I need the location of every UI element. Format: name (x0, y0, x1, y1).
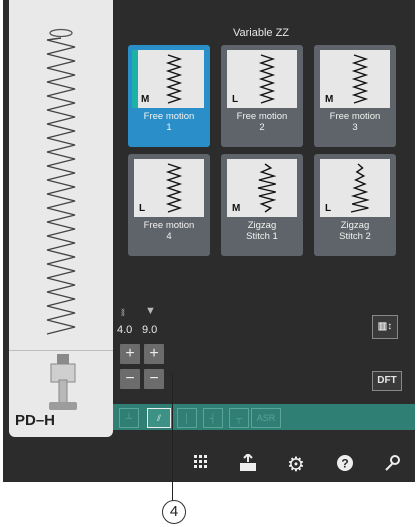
stitch-size-label: M (141, 94, 150, 105)
stitch-name: Zigzag Stitch 2 (339, 220, 371, 242)
lock-stitch-icon[interactable]: │ (177, 408, 197, 428)
stitch-tile-free-motion-3[interactable]: M Free motion 3 (314, 45, 396, 147)
keypad-icon[interactable] (193, 454, 209, 477)
stitch-tile-zigzag-1[interactable]: M Zigzag Stitch 1 (221, 154, 303, 256)
svg-text:?: ? (341, 457, 348, 471)
stitch-name: Free motion 2 (236, 111, 288, 133)
stitch-name: Free motion 1 (143, 111, 195, 133)
stitch-tile-zigzag-2[interactable]: L Zigzag Stitch 2 (314, 154, 396, 256)
width-plus-button[interactable]: + (120, 344, 140, 364)
zigzag-preview-icon (46, 28, 76, 335)
help-icon[interactable]: ? (336, 454, 354, 477)
sewing-machine-screen: PD–H Variable ZZ M Free motion 1 L Free m… (3, 0, 415, 482)
stitch-size-label: L (325, 203, 332, 214)
stitch-density-button[interactable]: ▥↕ (372, 315, 398, 339)
stitch-size-label: M (325, 94, 334, 105)
length-plus-button[interactable]: + (144, 344, 164, 364)
stitch-length-value: 9.0 (142, 324, 158, 336)
wrench-icon[interactable] (383, 454, 401, 477)
presser-foot-lift-icon[interactable]: ┬ (229, 408, 249, 428)
page-title: Variable ZZ (232, 27, 290, 39)
length-minus-button[interactable]: − (144, 369, 164, 389)
stitch-width-icon: ⧚ (121, 307, 125, 319)
stitch-size-label: L (232, 94, 239, 105)
stitch-tile-free-motion-2[interactable]: L Free motion 2 (221, 45, 303, 147)
needle-position-icon[interactable]: ⫽ (147, 408, 171, 428)
stitch-name: Free motion 3 (329, 111, 381, 133)
preview-divider (9, 350, 113, 351)
dft-button[interactable]: DFT (372, 371, 402, 391)
stitch-size-label: M (232, 203, 241, 214)
stitch-tile-free-motion-1[interactable]: M Free motion 1 (128, 45, 210, 147)
presser-foot-label: PD–H (15, 412, 56, 429)
presser-foot-icon (49, 354, 77, 410)
stitch-preview-panel: PD–H (9, 0, 113, 437)
stitch-length-icon: ▼ (145, 305, 156, 317)
function-strip: ┴ ⫽ │ ┤ ┬ ASR (113, 404, 415, 430)
thread-icon: ▥↕ (377, 321, 393, 332)
needle-up-icon[interactable]: ┴ (119, 408, 139, 428)
stitch-width-value: 4.0 (117, 324, 133, 336)
stitch-size-label: L (139, 203, 146, 214)
width-minus-button[interactable]: − (120, 369, 140, 389)
asr-button[interactable]: ASR (251, 408, 281, 428)
stitch-tile-free-motion-4[interactable]: L Free motion 4 (128, 154, 210, 256)
thread-cut-icon[interactable]: ┤ (203, 408, 223, 428)
callout-number: 4 (162, 500, 186, 524)
download-icon[interactable] (239, 452, 257, 477)
gear-icon[interactable]: ⚙ (287, 452, 305, 477)
stitch-name: Free motion 4 (143, 220, 195, 242)
callout-leader-line (172, 373, 173, 501)
stitch-name: Zigzag Stitch 1 (246, 220, 278, 242)
